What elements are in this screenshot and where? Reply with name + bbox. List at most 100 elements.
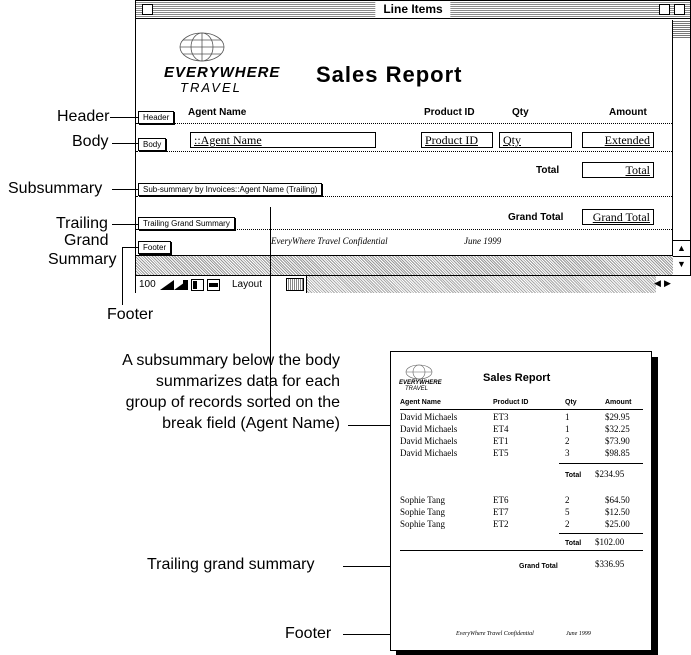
subsummary-part-boundary — [136, 196, 672, 197]
callout-trailing-3: Summary — [48, 251, 117, 268]
printed-total2-label: Total — [565, 540, 582, 547]
printed-cell-agent: David Michaels — [400, 412, 458, 422]
extended-field[interactable]: Extended — [582, 132, 654, 148]
zoom-in-icon[interactable] — [174, 280, 188, 290]
printed-cell-amount: $25.00 — [605, 519, 630, 529]
grand-total-label[interactable]: Grand Total — [508, 212, 563, 223]
printed-cell-amount: $29.95 — [605, 412, 630, 422]
scroll-up-arrow-icon[interactable]: ▲ — [673, 240, 690, 256]
printed-report-title: Sales Report — [483, 372, 551, 384]
grand-summary-part-tag[interactable]: Trailing Grand Summary — [138, 217, 235, 230]
printed-header-agent: Agent Name — [400, 399, 441, 406]
printed-header-product: Product ID — [493, 399, 529, 406]
qty-field[interactable]: Qty — [499, 132, 572, 148]
header-agent-label[interactable]: Agent Name — [188, 107, 246, 118]
total-label[interactable]: Total — [536, 165, 559, 176]
scroll-right-arrow-icon[interactable]: ▶ — [664, 278, 671, 289]
layout-content: EVERYWHERE TRAVEL Sales Report Agent Nam… — [136, 20, 672, 255]
desc-subsummary-1: A subsummary below the body — [122, 352, 340, 369]
total-field[interactable]: Total — [582, 162, 654, 178]
printed-cell-amount: $73.90 — [605, 436, 630, 446]
printed-cell-agent: Sophie Tang — [400, 507, 445, 517]
desc-footer: Footer — [285, 625, 332, 642]
printed-total2-value: $102.00 — [595, 537, 625, 547]
scroll-thumb[interactable] — [673, 20, 690, 38]
footer-date-text[interactable]: June 1999 — [464, 236, 501, 246]
printed-grand-value: $336.95 — [595, 559, 625, 569]
callout-trailing-line — [112, 224, 138, 225]
printed-cell-amount: $32.25 — [605, 424, 630, 434]
body-part-tag[interactable]: Body — [138, 138, 167, 151]
printed-globe-logo-icon — [405, 364, 433, 380]
printed-cell-amount: $12.50 — [605, 507, 630, 517]
zoom-out-icon[interactable] — [160, 280, 174, 290]
printed-cell-agent: David Michaels — [400, 448, 458, 458]
header-qty-label[interactable]: Qty — [512, 107, 529, 118]
callout-footer: Footer — [107, 306, 154, 323]
printed-cell-agent: Sophie Tang — [400, 495, 445, 505]
window-title: Line Items — [375, 2, 451, 17]
printed-cell-product: ET6 — [493, 495, 509, 505]
printed-cell-qty: 1 — [565, 412, 570, 422]
footer-confidential-text[interactable]: EveryWhere Travel Confidential — [271, 236, 388, 246]
printed-cell-qty: 5 — [565, 507, 570, 517]
callout-subsummary: Subsummary — [8, 180, 103, 197]
collapse-box[interactable] — [674, 4, 685, 15]
callout-footer-hline — [122, 247, 138, 248]
status-area-icon[interactable] — [191, 279, 204, 291]
body-part-boundary — [136, 151, 672, 152]
desc-subsummary-4: break field (Agent Name) — [162, 415, 340, 432]
header-amount-label[interactable]: Amount — [609, 107, 647, 118]
callout-trailing-2: Grand — [64, 232, 109, 249]
printed-total1-label: Total — [565, 472, 582, 479]
printed-grand-rule — [400, 550, 643, 551]
callout-footer-vline — [122, 247, 123, 305]
grand-total-field[interactable]: Grand Total — [582, 209, 654, 225]
header-product-label[interactable]: Product ID — [424, 107, 475, 118]
printed-cell-product: ET1 — [493, 436, 509, 446]
part-label-toggle-icon[interactable] — [207, 279, 220, 291]
printed-page: EVERYWHERE TRAVEL Sales Report Agent Nam… — [390, 351, 652, 651]
callout-header: Header — [57, 108, 110, 125]
zoom-box[interactable] — [659, 4, 670, 15]
callout-header-line — [110, 117, 138, 118]
mode-label[interactable]: Layout — [232, 279, 262, 290]
printed-cell-qty: 2 — [565, 519, 570, 529]
vertical-scrollbar[interactable]: ▲ ▼ — [672, 20, 690, 274]
product-id-field[interactable]: Product ID — [421, 132, 493, 148]
scroll-left-arrow-icon[interactable]: ◀ — [654, 278, 661, 289]
window-titlebar[interactable]: Line Items — [136, 1, 690, 19]
printed-total2-rule — [559, 533, 643, 534]
printed-cell-amount: $98.85 — [605, 448, 630, 458]
printed-header-qty: Qty — [565, 399, 577, 406]
horizontal-scroll-track[interactable] — [306, 276, 656, 293]
printed-cell-qty: 3 — [565, 448, 570, 458]
printed-header-rule — [400, 409, 643, 410]
header-part-tag[interactable]: Header — [138, 111, 175, 124]
callout-subsummary-line — [112, 189, 138, 190]
callout-body: Body — [72, 133, 109, 150]
desc-subsummary-3: group of records sorted on the — [125, 394, 340, 411]
close-box[interactable] — [142, 4, 153, 15]
printed-logo-travel: TRAVEL — [405, 386, 429, 392]
printed-grand-label: Grand Total — [519, 563, 558, 570]
footer-part-tag[interactable]: Footer — [138, 241, 172, 254]
layout-window: Line Items EVERYWHERE TRAVEL Sales Repor… — [135, 0, 691, 293]
logo-text-travel: TRAVEL — [180, 80, 242, 95]
report-title: Sales Report — [316, 62, 463, 87]
subsummary-part-tag[interactable]: Sub-summary by Invoices::Agent Name (Tra… — [138, 183, 323, 196]
header-part-boundary — [136, 123, 672, 124]
printed-footer-text: EveryWhere Travel Confidential — [456, 631, 534, 637]
logo-text-everywhere: EVERYWHERE — [164, 64, 281, 81]
desc-trailing-grand: Trailing grand summary — [147, 556, 315, 573]
zoom-level[interactable]: 100 — [139, 279, 156, 290]
printed-footer-date: June 1999 — [566, 631, 591, 637]
printed-cell-agent: David Michaels — [400, 424, 458, 434]
horizontal-scroll-thumb[interactable] — [286, 278, 304, 291]
callout-trailing-1: Trailing — [56, 215, 108, 232]
printed-total1-value: $234.95 — [595, 469, 625, 479]
scroll-down-arrow-icon[interactable]: ▼ — [673, 256, 690, 272]
agent-name-field[interactable]: ::Agent Name — [190, 132, 376, 148]
printed-cell-product: ET3 — [493, 412, 509, 422]
printed-cell-product: ET4 — [493, 424, 509, 434]
